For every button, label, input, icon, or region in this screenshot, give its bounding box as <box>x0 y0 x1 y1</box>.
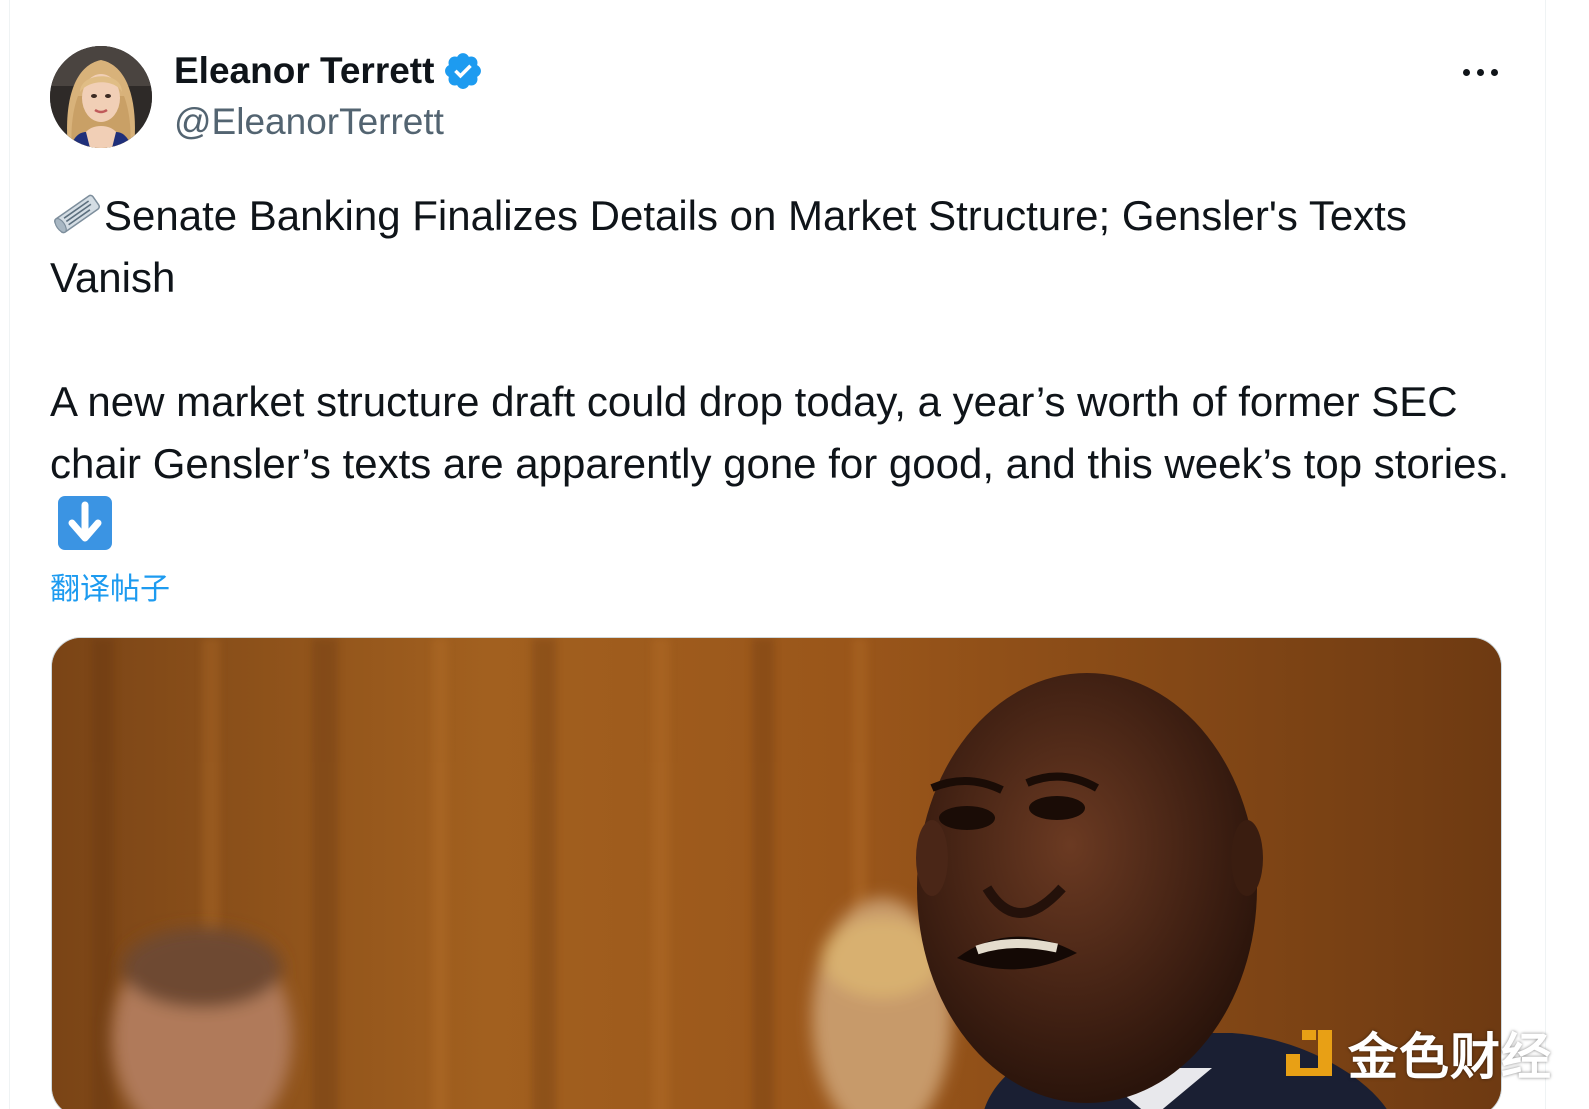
tweet-title-line: Senate Banking Finalizes Details on Mark… <box>50 185 1510 309</box>
watermark: 金色财经 <box>1280 1024 1552 1085</box>
avatar-image <box>50 46 152 148</box>
more-dot-icon <box>1476 68 1484 76</box>
down-arrow-icon <box>58 496 112 550</box>
more-dot-icon <box>1490 68 1498 76</box>
newspaper-icon <box>53 194 101 234</box>
tweet-body-line: A new market structure draft could drop … <box>50 371 1510 557</box>
timeline-border-right <box>1545 0 1546 1109</box>
tweet-body: A new market structure draft could drop … <box>50 378 1510 487</box>
author-handle[interactable]: @EleanorTerrett <box>174 101 444 143</box>
watermark-logo-icon <box>1286 1030 1332 1076</box>
tweet-text: Senate Banking Finalizes Details on Mark… <box>50 185 1510 557</box>
author-name-row[interactable]: Eleanor Terrett <box>174 50 484 92</box>
verified-badge-icon <box>445 53 482 89</box>
watermark-text: 金色财经 <box>1348 1029 1552 1085</box>
translate-post-link[interactable]: 翻译帖子 <box>50 564 170 608</box>
more-options-button[interactable] <box>1450 52 1510 92</box>
tweet-title: Senate Banking Finalizes Details on Mark… <box>50 192 1407 301</box>
tweet-page: Eleanor Terrett @EleanorTerrett Senate B… <box>0 0 1589 1109</box>
more-dot-icon <box>1462 68 1470 76</box>
avatar[interactable] <box>50 46 152 148</box>
author-name[interactable]: Eleanor Terrett <box>174 50 434 92</box>
timeline-border-left <box>9 0 10 1109</box>
